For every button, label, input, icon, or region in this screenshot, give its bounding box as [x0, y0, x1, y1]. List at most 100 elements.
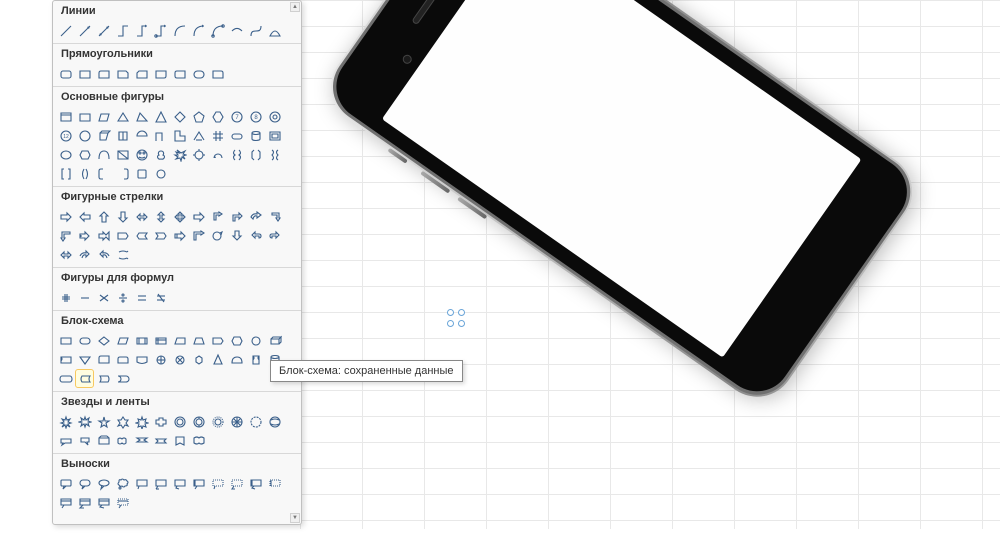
formula-shape-1[interactable]	[76, 289, 93, 306]
stars-shape-17[interactable]	[152, 432, 169, 449]
basic-shape-13[interactable]	[76, 127, 93, 144]
rects-shape-8[interactable]	[209, 65, 226, 82]
flow-shape-6[interactable]	[171, 332, 188, 349]
stars-shape-16[interactable]	[133, 432, 150, 449]
rects-shape-2[interactable]	[95, 65, 112, 82]
selection-handles[interactable]	[447, 309, 465, 327]
callouts-shape-8[interactable]	[209, 475, 226, 492]
flow-shape-1[interactable]	[76, 332, 93, 349]
arrows-shape-22[interactable]	[247, 227, 264, 244]
lines-shape-9[interactable]	[228, 22, 245, 39]
arrows-shape-13[interactable]	[76, 227, 93, 244]
basic-shape-29[interactable]	[152, 146, 169, 163]
arrows-shape-21[interactable]	[228, 227, 245, 244]
basic-shape-24[interactable]	[57, 146, 74, 163]
flow-shape-9[interactable]	[228, 332, 245, 349]
formula-shape-3[interactable]	[114, 289, 131, 306]
flow-shape-14[interactable]	[95, 351, 112, 368]
callouts-shape-12[interactable]	[57, 494, 74, 511]
arrows-shape-17[interactable]	[152, 227, 169, 244]
flow-shape-3[interactable]	[114, 332, 131, 349]
rects-shape-4[interactable]	[133, 65, 150, 82]
arrows-shape-24[interactable]	[57, 246, 74, 263]
formula-shape-4[interactable]	[133, 289, 150, 306]
lines-shape-0[interactable]	[57, 22, 74, 39]
arrows-shape-16[interactable]	[133, 227, 150, 244]
lines-shape-3[interactable]	[114, 22, 131, 39]
lines-shape-11[interactable]	[266, 22, 283, 39]
arrows-shape-6[interactable]	[171, 208, 188, 225]
rects-shape-5[interactable]	[152, 65, 169, 82]
callouts-shape-7[interactable]	[190, 475, 207, 492]
stored-data-shape[interactable]	[76, 370, 93, 387]
basic-shape-19[interactable]	[190, 127, 207, 144]
basic-shape-8[interactable]	[209, 108, 226, 125]
lines-shape-10[interactable]	[247, 22, 264, 39]
basic-shape-26[interactable]	[95, 146, 112, 163]
callouts-shape-3[interactable]	[114, 475, 131, 492]
callouts-shape-5[interactable]	[152, 475, 169, 492]
arrows-shape-25[interactable]	[76, 246, 93, 263]
basic-shape-6[interactable]	[171, 108, 188, 125]
stars-shape-3[interactable]	[114, 413, 131, 430]
arrows-shape-11[interactable]	[266, 208, 283, 225]
basic-shape-18[interactable]	[171, 127, 188, 144]
flow-shape-12[interactable]	[57, 351, 74, 368]
stars-shape-7[interactable]	[190, 413, 207, 430]
flow-shape-13[interactable]	[76, 351, 93, 368]
stars-shape-8[interactable]	[209, 413, 226, 430]
flow-shape-7[interactable]	[190, 332, 207, 349]
stars-shape-4[interactable]	[133, 413, 150, 430]
arrows-shape-0[interactable]	[57, 208, 74, 225]
stars-shape-0[interactable]	[57, 413, 74, 430]
basic-shape-17[interactable]	[152, 127, 169, 144]
basic-shape-32[interactable]	[209, 146, 226, 163]
lines-shape-8[interactable]	[209, 22, 226, 39]
arrows-shape-5[interactable]	[152, 208, 169, 225]
basic-shape-11[interactable]	[266, 108, 283, 125]
flow-shape-20[interactable]	[209, 351, 226, 368]
flow-shape-18[interactable]	[171, 351, 188, 368]
lines-shape-2[interactable]	[95, 22, 112, 39]
rects-shape-6[interactable]	[171, 65, 188, 82]
arrows-shape-15[interactable]	[114, 227, 131, 244]
arrows-shape-14[interactable]	[95, 227, 112, 244]
rects-shape-0[interactable]	[57, 65, 74, 82]
stars-shape-19[interactable]	[190, 432, 207, 449]
rects-shape-7[interactable]	[190, 65, 207, 82]
basic-shape-41[interactable]	[152, 165, 169, 182]
stars-shape-2[interactable]	[95, 413, 112, 430]
stars-shape-18[interactable]	[171, 432, 188, 449]
callouts-shape-11[interactable]	[266, 475, 283, 492]
flow-shape-5[interactable]	[152, 332, 169, 349]
basic-shape-2[interactable]	[95, 108, 112, 125]
phone-mockup[interactable]	[430, 60, 1000, 560]
basic-shape-5[interactable]	[152, 108, 169, 125]
stars-shape-11[interactable]	[266, 413, 283, 430]
arrows-shape-9[interactable]	[228, 208, 245, 225]
basic-shape-4[interactable]	[133, 108, 150, 125]
formula-shape-2[interactable]	[95, 289, 112, 306]
basic-shape-40[interactable]	[133, 165, 150, 182]
basic-shape-25[interactable]	[76, 146, 93, 163]
lines-shape-4[interactable]	[133, 22, 150, 39]
basic-shape-14[interactable]	[95, 127, 112, 144]
flow-shape-27[interactable]	[114, 370, 131, 387]
callouts-shape-9[interactable]	[228, 475, 245, 492]
arrows-shape-20[interactable]	[209, 227, 226, 244]
callouts-shape-15[interactable]	[114, 494, 131, 511]
flow-shape-21[interactable]	[228, 351, 245, 368]
arrows-shape-18[interactable]	[171, 227, 188, 244]
basic-shape-20[interactable]	[209, 127, 226, 144]
basic-shape-3[interactable]	[114, 108, 131, 125]
stars-shape-14[interactable]	[95, 432, 112, 449]
flow-shape-2[interactable]	[95, 332, 112, 349]
callouts-shape-10[interactable]	[247, 475, 264, 492]
basic-shape-37[interactable]	[76, 165, 93, 182]
basic-shape-31[interactable]	[190, 146, 207, 163]
flow-shape-8[interactable]	[209, 332, 226, 349]
arrows-shape-23[interactable]	[266, 227, 283, 244]
arrows-shape-2[interactable]	[95, 208, 112, 225]
basic-shape-16[interactable]	[133, 127, 150, 144]
flow-shape-26[interactable]	[95, 370, 112, 387]
